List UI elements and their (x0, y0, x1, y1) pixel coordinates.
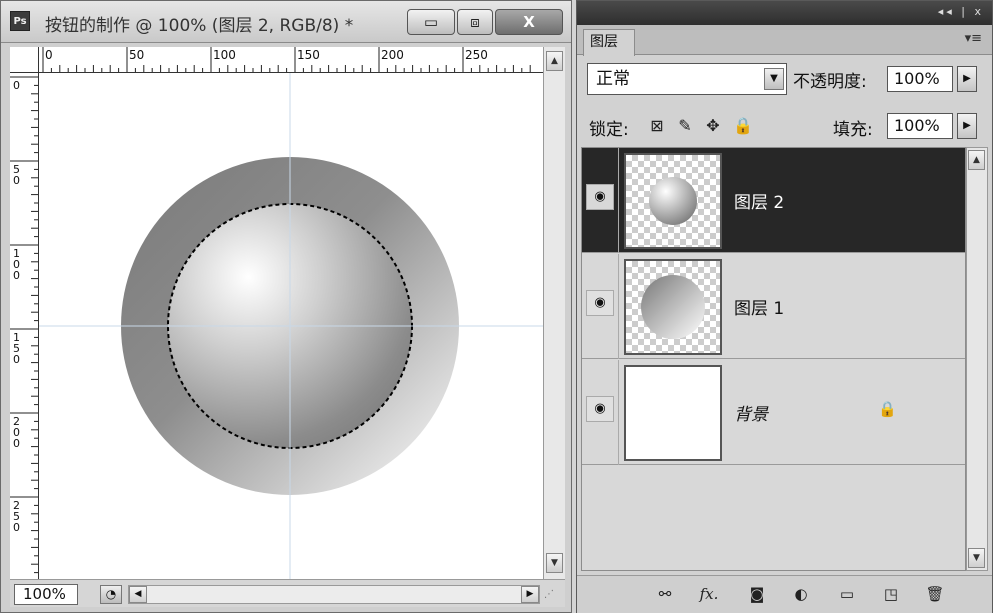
ruler-horizontal[interactable]: 0 50 100 150 200 250 (39, 47, 543, 73)
fill-label: 填充: (833, 120, 873, 140)
ruler-vertical-ticks: 050100150200250 (10, 76, 38, 574)
panel-header[interactable]: ◂◂ | x (577, 1, 992, 25)
blend-mode-select[interactable]: 正常 ▼ (587, 63, 787, 95)
scroll-up-button[interactable]: ▲ (968, 150, 985, 170)
vertical-scrollbar[interactable]: ▲ ▼ (543, 47, 565, 579)
scroll-right-button[interactable]: ▶ (521, 586, 539, 603)
lock-label: 锁定: (589, 120, 629, 140)
resize-grip-icon[interactable]: ⋰ (544, 586, 562, 604)
opacity-label: 不透明度: (793, 72, 867, 92)
layer-name[interactable]: 背景 (734, 400, 768, 425)
document-titlebar[interactable]: Ps 按钮的制作 @ 100% (图层 2, RGB/8) * ▭ ⧈ X (1, 1, 571, 43)
scroll-left-button[interactable]: ◀ (129, 586, 147, 603)
ruler-label: 0 (13, 521, 20, 534)
scroll-up-button[interactable]: ▲ (546, 51, 563, 71)
ruler-label: 0 (45, 48, 53, 62)
opacity-slider-button[interactable]: ▶ (957, 66, 977, 92)
minimize-button[interactable]: ▭ (407, 9, 455, 35)
adjustment-icon[interactable]: ◐ (789, 582, 813, 606)
document-canvas[interactable] (39, 73, 543, 579)
layer-row[interactable]: ◉ 背景 🔒 (582, 360, 965, 465)
panel-collapse-icon[interactable]: ◂◂ | x (938, 5, 984, 18)
ruler-corner[interactable] (10, 47, 39, 73)
ruler-label: 0 (13, 353, 20, 366)
panel-menu-icon[interactable]: ▾≡ (965, 31, 982, 46)
canvas-artwork (39, 73, 543, 579)
layer-thumbnail (624, 153, 722, 249)
fx-icon[interactable]: fx. (697, 582, 721, 606)
move-icon[interactable]: ✥ (703, 117, 723, 135)
layers-panel: ◂◂ | x 图层 ▾≡ 正常 ▼ 不透明度: 100% ▶ 锁定: ⊠ ✎ ✥… (576, 0, 993, 613)
ruler-label: 0 (13, 269, 20, 282)
layer-name[interactable]: 图层 2 (734, 188, 784, 213)
tab-layers[interactable]: 图层 (583, 29, 635, 56)
new-layer-icon[interactable]: ◳ (879, 582, 903, 606)
mask-icon[interactable]: ◙ (745, 582, 769, 606)
ruler-label: 0 (13, 437, 20, 450)
maximize-button[interactable]: ⧈ (457, 9, 493, 35)
ruler-label: 200 (381, 48, 404, 62)
ruler-label: 250 (465, 48, 488, 62)
lock-transparent-icon[interactable]: ⊠ (647, 117, 667, 135)
eye-icon[interactable]: ◉ (586, 290, 614, 316)
close-button[interactable]: X (495, 9, 563, 35)
horizontal-scrollbar[interactable]: ◀ ▶ (128, 585, 540, 604)
photoshop-app-icon: Ps (10, 11, 30, 31)
lock-icon: 🔒 (878, 400, 897, 418)
layer-name[interactable]: 图层 1 (734, 294, 784, 319)
trash-icon[interactable]: 🗑 (923, 582, 947, 606)
ruler-label: 150 (297, 48, 320, 62)
layer-row[interactable]: ◉ 图层 1 (582, 254, 965, 359)
layers-scrollbar[interactable]: ▲ ▼ (966, 147, 988, 571)
blend-mode-value: 正常 (596, 69, 630, 89)
lock-icon[interactable]: 🔒 (733, 117, 753, 135)
layer-thumbnail (624, 259, 722, 355)
group-icon[interactable]: ▭ (835, 582, 859, 606)
scroll-down-button[interactable]: ▼ (546, 553, 563, 573)
layers-list: ◉ 图层 2 ◉ 图层 1 ◉ 背景 🔒 (581, 147, 966, 571)
document-window: Ps 按钮的制作 @ 100% (图层 2, RGB/8) * ▭ ⧈ X 0 5… (0, 0, 572, 613)
scroll-down-button[interactable]: ▼ (968, 548, 985, 568)
ruler-label: 0 (13, 79, 20, 92)
ruler-label: 100 (213, 48, 236, 62)
document-statusbar: 100% ◔ ◀ ▶ ⋰ (10, 579, 565, 607)
zoom-field[interactable]: 100% (14, 584, 78, 605)
fill-field[interactable]: 100% (887, 113, 953, 139)
eye-icon[interactable]: ◉ (586, 184, 614, 210)
ruler-label: 50 (129, 48, 144, 62)
document-title: 按钮的制作 @ 100% (图层 2, RGB/8) * (45, 16, 354, 36)
eye-icon[interactable]: ◉ (586, 396, 614, 422)
status-menu-button[interactable]: ◔ (100, 585, 122, 604)
opacity-field[interactable]: 100% (887, 66, 953, 92)
ruler-vertical[interactable]: 050100150200250 (10, 73, 39, 579)
brush-icon[interactable]: ✎ (675, 117, 695, 135)
ruler-label: 0 (13, 174, 20, 187)
link-icon[interactable]: ⚯ (653, 582, 677, 606)
panel-tabbar: 图层 ▾≡ (577, 25, 992, 56)
layers-bottom-toolbar: ⚯ fx. ◙ ◐ ▭ ◳ 🗑 (577, 575, 992, 613)
fill-slider-button[interactable]: ▶ (957, 113, 977, 139)
layer-thumbnail (624, 365, 722, 461)
layer-row[interactable]: ◉ 图层 2 (582, 148, 965, 253)
chevron-down-icon[interactable]: ▼ (764, 68, 784, 90)
ruler-horizontal-ticks: 0 50 100 150 200 250 (42, 47, 531, 72)
